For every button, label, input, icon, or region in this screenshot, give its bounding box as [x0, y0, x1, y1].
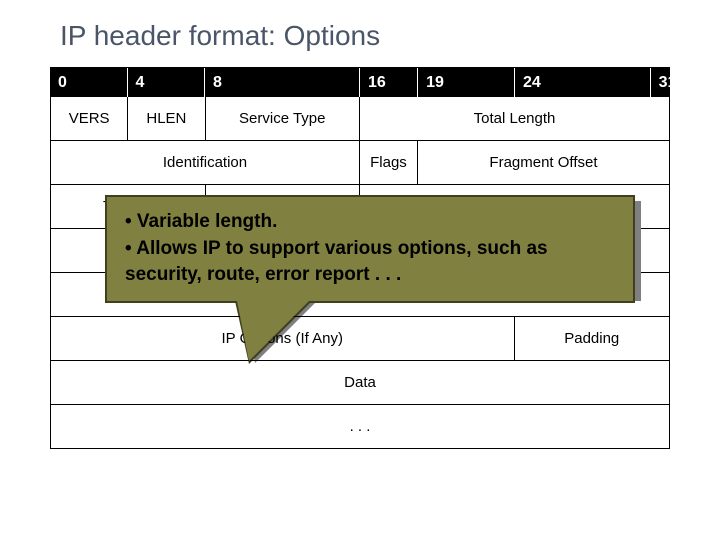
field-vers: VERS	[51, 97, 128, 140]
page-title: IP header format: Options	[0, 0, 720, 67]
bit-label-24: 24	[515, 68, 651, 97]
field-service-type: Service Type	[206, 97, 361, 140]
bit-label-16: 16	[360, 68, 418, 97]
bit-label-19: 19	[418, 68, 515, 97]
bit-ruler: 0 4 8 16 19 24 31	[50, 67, 670, 97]
bit-label-31: 31	[651, 68, 670, 97]
field-fragment-offset: Fragment Offset	[418, 141, 669, 184]
field-padding: Padding	[515, 317, 670, 360]
header-row-2: Identification Flags Fragment Offset	[50, 141, 670, 185]
header-row-8: . . .	[50, 405, 670, 449]
field-total-length: Total Length	[360, 97, 669, 140]
field-flags: Flags	[360, 141, 418, 184]
field-continuation: . . .	[51, 405, 669, 448]
header-row-7: Data	[50, 361, 670, 405]
field-identification: Identification	[51, 141, 360, 184]
callout-content: • Variable length. • Allows IP to suppor…	[105, 195, 635, 303]
callout-tail	[237, 301, 309, 361]
callout-line-2: • Allows IP to support various options, …	[125, 236, 615, 289]
callout-line-1: • Variable length.	[125, 209, 615, 236]
field-data: Data	[51, 361, 669, 404]
bit-label-8: 8	[205, 68, 360, 97]
bit-label-0: 0	[50, 68, 128, 97]
bit-label-4: 4	[128, 68, 206, 97]
header-row-1: VERS HLEN Service Type Total Length	[50, 97, 670, 141]
field-hlen: HLEN	[128, 97, 205, 140]
callout-box: • Variable length. • Allows IP to suppor…	[105, 195, 635, 303]
header-row-6: IP Options (If Any) Padding	[50, 317, 670, 361]
